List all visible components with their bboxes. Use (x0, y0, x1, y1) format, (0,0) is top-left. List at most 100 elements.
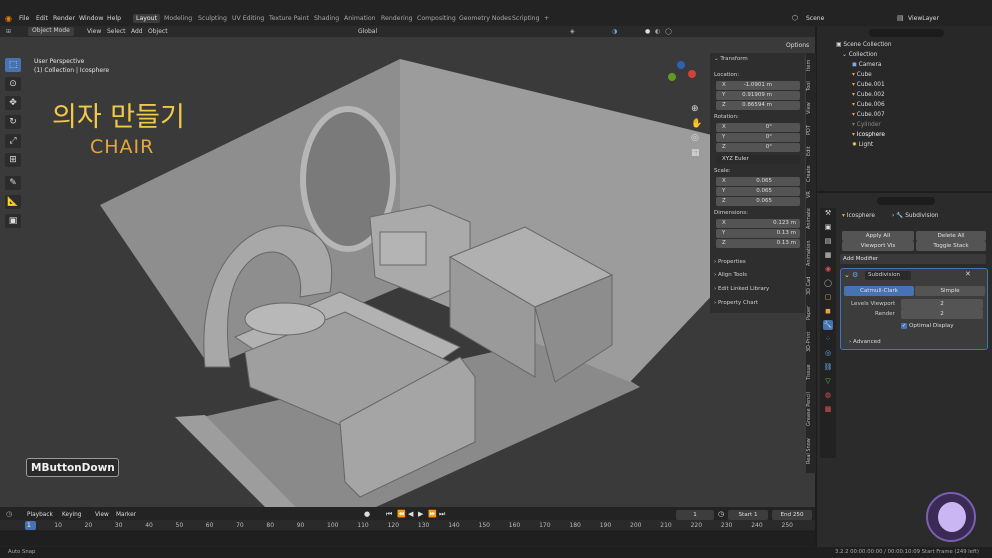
tab-shading[interactable]: Shading (314, 15, 339, 22)
outliner-item-cube-002[interactable]: ▾ Cube.002 (852, 92, 885, 102)
rotation-z-field[interactable]: Z 0° (716, 143, 800, 152)
particles-properties-icon[interactable]: ⁘ (823, 334, 833, 344)
modifier-properties-icon[interactable]: 🔧 (823, 320, 833, 330)
dimensions-y-field[interactable]: Y 0.13 m (716, 229, 800, 238)
tab-uv-editing[interactable]: UV Editing (232, 15, 264, 22)
scale-x-field[interactable]: X 0.065 (716, 177, 800, 186)
tool-properties-icon[interactable]: ⚒ (823, 208, 833, 218)
add-workspace-button[interactable]: + (544, 15, 549, 22)
transform-orientation[interactable]: Global (358, 28, 377, 35)
simple-button[interactable]: Simple (915, 286, 985, 296)
menu-file[interactable]: File (19, 15, 29, 22)
keying-menu[interactable]: Keying (62, 512, 81, 518)
move-icon[interactable]: ✥ (5, 96, 21, 110)
shading-material-icon[interactable]: ◐ (655, 28, 660, 35)
tab-3d-print[interactable]: 3D-Print (806, 327, 816, 357)
outliner-item-cube[interactable]: ▾ Cube (852, 72, 872, 82)
modifier-expand-icon[interactable]: ⌄ (844, 271, 850, 279)
blender-logo-icon[interactable]: ◉ (5, 14, 12, 23)
tab-layout[interactable]: Layout (133, 14, 161, 23)
tab-edit[interactable]: Edit (806, 142, 816, 160)
next-key-icon[interactable]: ⏩ (428, 510, 437, 518)
view-object-types-icon[interactable]: ◈ (570, 28, 575, 35)
gizmo-y-icon[interactable] (668, 73, 676, 81)
scene-collection-row[interactable]: ▣ Scene Collection (836, 42, 892, 48)
menu-add[interactable]: Add (131, 28, 143, 35)
location-y-field[interactable]: Y 0.91909 m (716, 91, 800, 100)
menu-view[interactable]: View (87, 28, 101, 35)
navigation-gizmo[interactable] (664, 61, 698, 95)
tab-real-snow[interactable]: Real Snow (806, 434, 816, 468)
outliner-item-cylinder[interactable]: ▾ Cylinder (852, 122, 881, 132)
cursor-icon[interactable]: ⊙ (5, 77, 21, 91)
outliner-search[interactable] (869, 29, 944, 37)
gizmo-z-icon[interactable] (677, 61, 685, 69)
play-reverse-icon[interactable]: ◀ (408, 510, 413, 518)
tab-modeling[interactable]: Modeling (164, 15, 192, 22)
location-z-field[interactable]: Z 0.86594 m (716, 101, 800, 110)
view-layer-icon[interactable]: ▤ (897, 14, 904, 22)
modifier-name-field[interactable]: Subdivision (865, 271, 911, 280)
view-layer-properties-icon[interactable]: ▦ (823, 250, 833, 260)
current-frame-field[interactable]: 1 (676, 510, 714, 520)
outliner-item-cube-006[interactable]: ▾ Cube.006 (852, 102, 885, 112)
play-icon[interactable]: ▶ (418, 510, 423, 518)
mode-dropdown[interactable]: Object Mode (28, 27, 74, 36)
tab-animate[interactable]: Animate (806, 205, 816, 233)
render-properties-icon[interactable]: ▣ (823, 222, 833, 232)
add-modifier-dropdown[interactable]: Add Modifier (840, 254, 986, 264)
editor-type-icon[interactable]: ⊞ (6, 28, 11, 35)
scale-icon[interactable]: ⤢ (5, 134, 21, 148)
physics-properties-icon[interactable]: ◎ (823, 348, 833, 358)
pan-hand-icon[interactable]: ✋ (691, 119, 702, 129)
view-layer-name[interactable]: ViewLayer (908, 15, 939, 22)
timeline-track[interactable] (0, 531, 815, 546)
dimensions-z-field[interactable]: Z 0.13 m (716, 239, 800, 248)
tab-item[interactable]: Item (806, 55, 816, 75)
tab-create[interactable]: Create (806, 163, 816, 185)
perspective-toggle-icon[interactable]: ▦ (691, 148, 700, 158)
menu-window[interactable]: Window (79, 15, 103, 22)
catmull-clark-button[interactable]: Catmull-Clark (844, 286, 914, 296)
menu-edit[interactable]: Edit (36, 15, 48, 22)
3d-viewport[interactable]: User Perspective (1) Collection | Icosph… (0, 37, 815, 507)
scene-properties-icon[interactable]: ◉ (823, 264, 833, 274)
tab-animation[interactable]: Animation (344, 15, 376, 22)
texture-properties-icon[interactable]: ▩ (823, 404, 833, 414)
delete-all-button[interactable]: Delete All (916, 231, 986, 241)
shading-rendered-icon[interactable]: ◯ (665, 28, 672, 35)
start-frame-field[interactable]: Start 1 (728, 510, 768, 520)
outliner-item-light[interactable]: ✹ Light (852, 142, 873, 152)
menu-select[interactable]: Select (107, 28, 126, 35)
object-properties-icon[interactable]: ◼ (823, 306, 833, 316)
scene-name[interactable]: Scene (806, 15, 824, 22)
transform-header[interactable]: ⌄ Transform (714, 56, 748, 62)
properties-section[interactable]: › Properties (714, 259, 746, 265)
overlay-icon[interactable]: ◑ (612, 28, 617, 35)
toggle-stack-button[interactable]: Toggle Stack (916, 241, 986, 251)
tab-animation[interactable]: Animation (806, 236, 816, 270)
playback-menu[interactable]: Playback (27, 512, 53, 518)
tab-view[interactable]: View (806, 98, 816, 118)
data-properties-icon[interactable]: ▽ (823, 376, 833, 386)
jump-start-icon[interactable]: ⏮ (386, 510, 392, 519)
material-properties-icon[interactable]: ◍ (823, 390, 833, 400)
edit-linked-library-section[interactable]: › Edit Linked Library (714, 286, 769, 292)
render-levels-field[interactable]: 2 (901, 309, 983, 319)
advanced-section[interactable]: › Advanced (849, 339, 881, 345)
world-properties-icon[interactable]: ◯ (823, 278, 833, 288)
align-tools-section[interactable]: › Align Tools (714, 272, 747, 278)
scale-z-field[interactable]: Z 0.065 (716, 197, 800, 206)
menu-render[interactable]: Render (53, 15, 75, 22)
viewport-vis-button[interactable]: Viewport Vis (842, 241, 914, 251)
preview-range-icon[interactable]: ◷ (718, 510, 724, 518)
select-box-icon[interactable]: ⬚ (5, 58, 21, 72)
outliner-item-camera[interactable]: ◼ Camera (852, 62, 881, 72)
menu-object[interactable]: Object (148, 28, 168, 35)
gizmo-x-icon[interactable] (688, 70, 696, 78)
timeline-editor-icon[interactable]: ◷ (6, 510, 12, 518)
options-button[interactable]: Options (786, 42, 809, 49)
constraints-properties-icon[interactable]: ⛓ (823, 362, 833, 372)
record-icon[interactable]: ● (364, 510, 370, 518)
tab-geometry-nodes[interactable]: Geometry Nodes (459, 15, 511, 22)
